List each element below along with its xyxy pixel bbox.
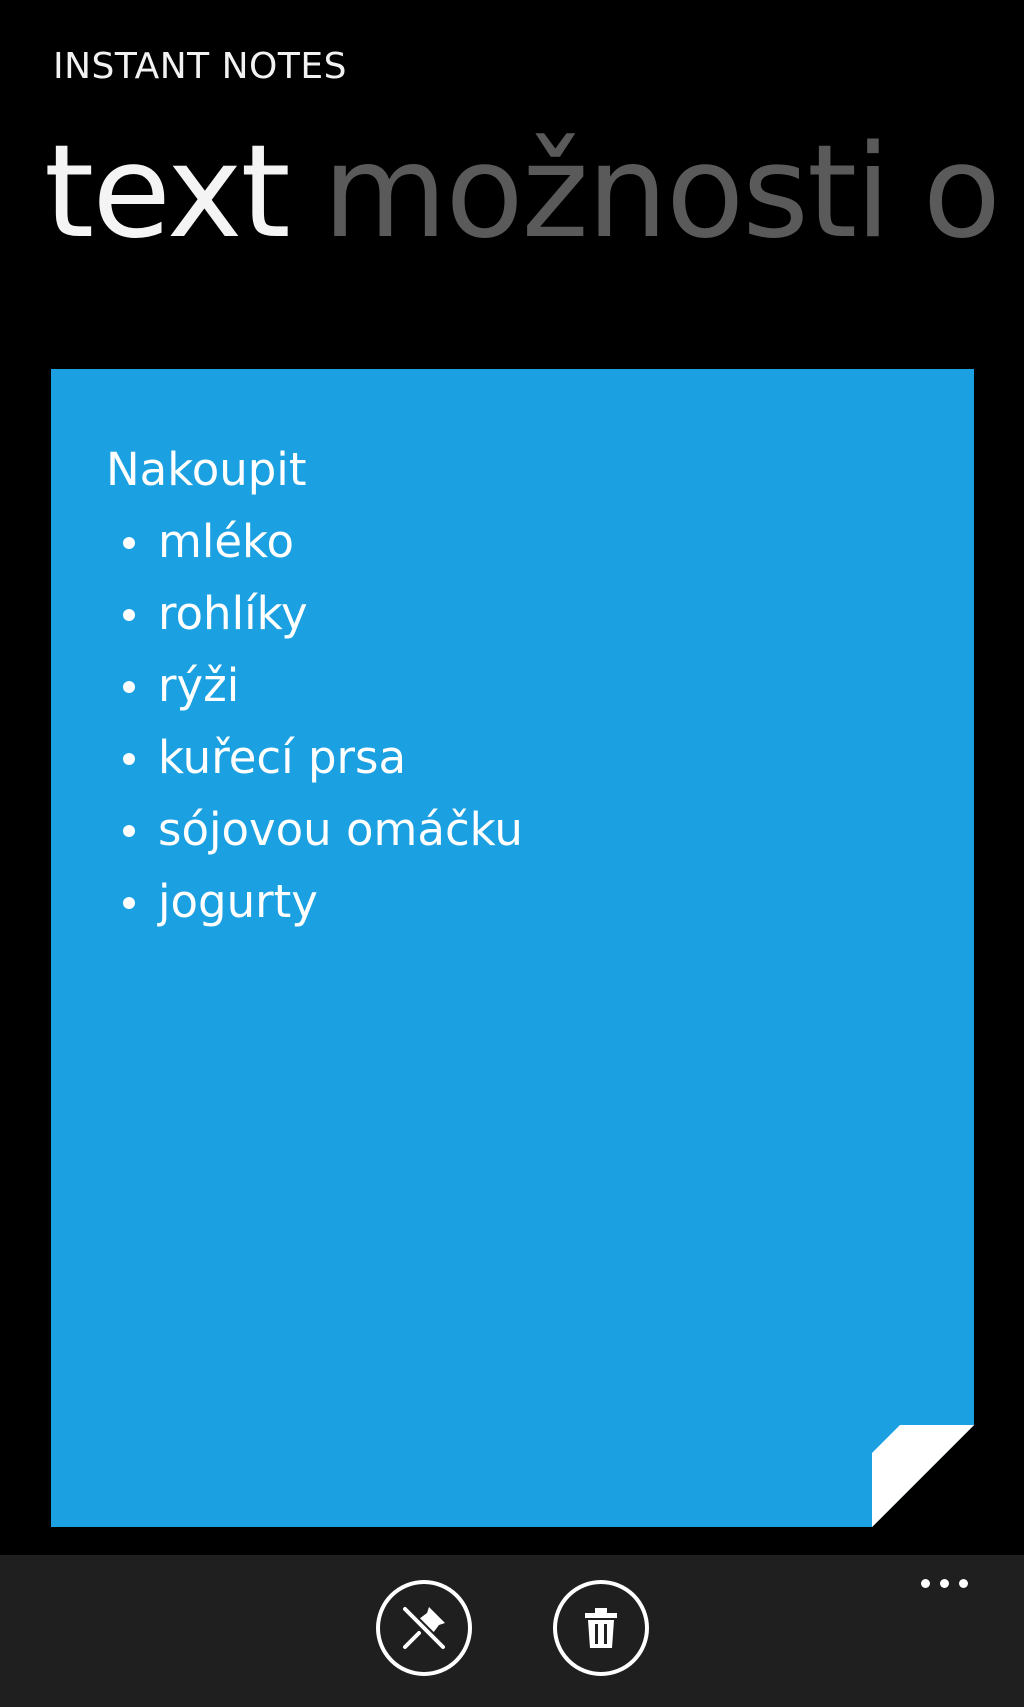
page-curl-corner <box>872 1425 974 1527</box>
unpin-button[interactable] <box>376 1580 472 1676</box>
list-item: rohlíky <box>106 578 523 650</box>
list-item: mléko <box>106 506 523 578</box>
list-item: kuřecí prsa <box>106 722 523 794</box>
pivot-tab-o[interactable]: o <box>923 118 1001 268</box>
more-options-ellipsis-icon[interactable] <box>917 1575 972 1592</box>
list-item: sójovou omáčku <box>106 794 523 866</box>
unpin-icon <box>402 1606 446 1650</box>
dot <box>959 1579 968 1588</box>
note-list: mléko rohlíky rýži kuřecí prsa sójovou o… <box>106 506 523 938</box>
note-heading: Nakoupit <box>106 443 307 496</box>
app-screen: INSTANT NOTES text možnosti o Nakoupit mlé… <box>0 0 1024 1707</box>
pivot-header: text možnosti o <box>44 118 1024 268</box>
pivot-tab-moznosti[interactable]: možnosti <box>323 118 891 268</box>
dot <box>921 1579 930 1588</box>
app-title: INSTANT NOTES <box>53 46 347 87</box>
app-bar <box>0 1555 1024 1707</box>
list-item: jogurty <box>106 866 523 938</box>
delete-button[interactable] <box>553 1580 649 1676</box>
pivot-tab-text[interactable]: text <box>44 118 291 268</box>
trash-icon <box>585 1608 617 1648</box>
list-item: rýži <box>106 650 523 722</box>
dot <box>940 1579 949 1588</box>
note-content[interactable]: Nakoupit mléko rohlíky rýži kuřecí prsa … <box>106 434 523 938</box>
note-card[interactable]: Nakoupit mléko rohlíky rýži kuřecí prsa … <box>51 369 974 1527</box>
